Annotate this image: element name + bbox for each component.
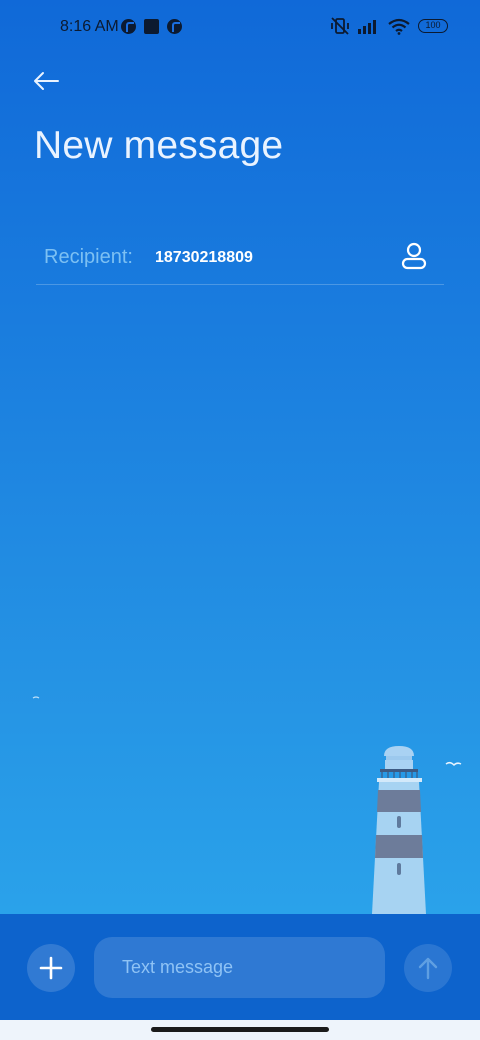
send-button[interactable] — [404, 944, 452, 992]
notification-icons — [121, 19, 182, 34]
vibrate-off-icon — [331, 17, 349, 35]
attach-button[interactable] — [27, 944, 75, 992]
battery-icon: 100 — [418, 19, 448, 33]
wifi-icon — [388, 18, 410, 35]
compose-bar — [0, 914, 480, 1020]
recipient-label: Recipient: — [44, 246, 133, 268]
signal-icon — [358, 20, 376, 34]
app-notification-icon — [121, 19, 136, 34]
navigation-bar — [0, 1020, 480, 1040]
recipient-field[interactable]: Recipient: 18730218809 — [36, 232, 444, 285]
square-notification-icon — [144, 19, 159, 34]
lighthouse-illustration — [32, 696, 462, 914]
contact-picker-button[interactable] — [398, 240, 430, 272]
back-button[interactable] — [30, 64, 64, 98]
app-notification-icon-2 — [167, 19, 182, 34]
arrow-left-icon — [34, 72, 59, 90]
status-time: 8:16 AM — [60, 18, 119, 35]
person-icon — [401, 242, 427, 270]
message-input[interactable] — [94, 937, 385, 998]
plus-icon — [39, 956, 63, 980]
status-bar: 8:16 AM 100 — [0, 0, 480, 56]
recipient-value[interactable]: 18730218809 — [155, 249, 253, 267]
home-indicator[interactable] — [151, 1027, 329, 1032]
arrow-up-icon — [418, 957, 438, 980]
page-title: New message — [34, 124, 284, 167]
system-icons: 100 — [330, 17, 448, 35]
